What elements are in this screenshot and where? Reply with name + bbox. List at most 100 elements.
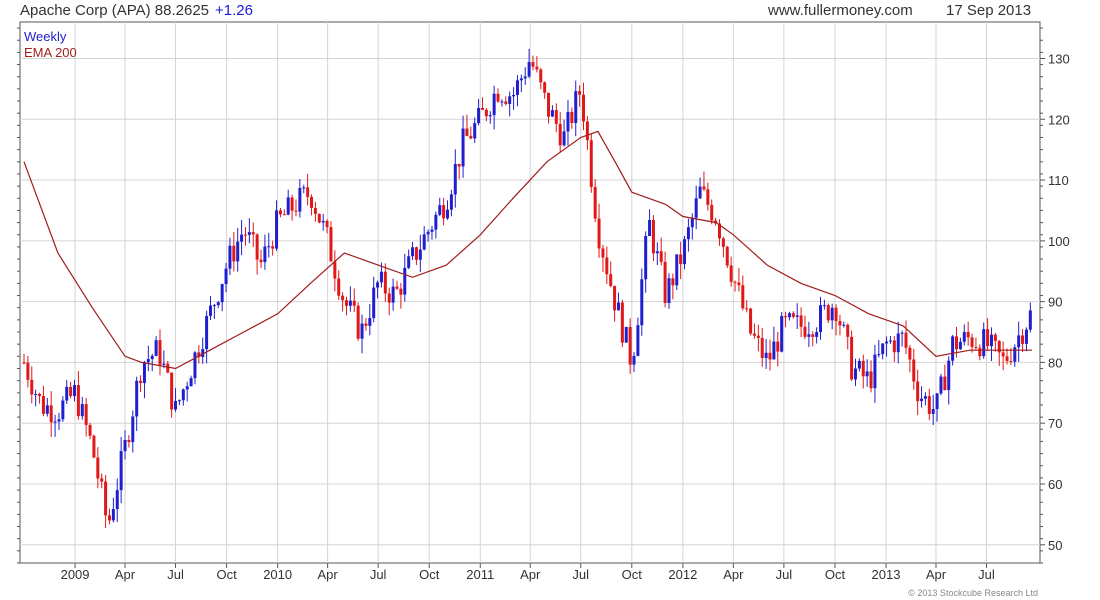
candle-body <box>220 284 224 303</box>
candle-body <box>53 421 57 423</box>
candle-body <box>745 308 749 310</box>
candle-body <box>65 386 69 401</box>
candle-body <box>935 393 939 410</box>
y-tick-label: 130 <box>1048 51 1070 66</box>
candle-body <box>535 66 539 70</box>
legend-weekly: Weekly <box>24 29 67 44</box>
candle-body <box>84 404 88 425</box>
candle-body <box>609 274 613 286</box>
candle-body <box>686 227 690 240</box>
candle-body <box>613 285 617 311</box>
candle-body <box>857 360 861 369</box>
candle-body <box>908 347 912 360</box>
candle-body <box>57 419 61 422</box>
candle-body <box>772 341 776 360</box>
candle-body <box>496 93 500 102</box>
candle-body <box>865 371 869 377</box>
candle-body <box>22 362 26 364</box>
candle-body <box>465 128 469 136</box>
candle-body <box>193 352 197 379</box>
candle-body <box>341 295 345 301</box>
candle-body <box>216 302 220 306</box>
candle-body <box>706 189 710 205</box>
candle-body <box>30 379 34 395</box>
x-tick-label: 2012 <box>668 567 697 582</box>
candle-body <box>683 239 687 265</box>
candle-body <box>348 300 352 306</box>
candle-body <box>589 140 593 187</box>
candle-body <box>776 341 780 352</box>
candle-body <box>205 315 209 350</box>
candle-body <box>189 378 193 387</box>
candle-body <box>989 334 993 347</box>
candle-body <box>974 346 978 348</box>
candle-body <box>1021 335 1025 344</box>
candle-body <box>578 91 582 95</box>
candle-body <box>853 368 857 380</box>
candle-body <box>438 205 442 215</box>
candle-body <box>127 439 131 443</box>
candle-body <box>488 115 492 117</box>
x-tick-label: Jul <box>370 567 387 582</box>
candle-body <box>916 381 920 402</box>
candle-body <box>177 400 181 402</box>
candle-body <box>469 135 473 139</box>
candle-body <box>411 247 415 257</box>
candle-body <box>861 360 865 377</box>
candle-body <box>733 281 737 283</box>
candle-body <box>694 198 698 218</box>
candle-body <box>212 305 216 307</box>
candle-body <box>585 121 589 141</box>
candle-body <box>1024 329 1028 344</box>
candle-body <box>923 396 927 399</box>
candle-body <box>344 300 348 306</box>
candle-body <box>978 347 982 357</box>
candle-body <box>92 435 96 458</box>
candle-body <box>123 439 127 452</box>
candle-body <box>34 393 38 395</box>
candle-body <box>232 245 236 262</box>
candle-body <box>951 336 955 361</box>
candle-body <box>282 214 286 216</box>
candle-body <box>605 257 609 275</box>
candle-body <box>702 186 706 190</box>
candle-body <box>271 246 275 249</box>
candle-body <box>904 332 908 348</box>
candle-body <box>803 326 807 337</box>
candle-body <box>838 321 842 326</box>
candle-body <box>881 343 885 355</box>
candle-body <box>181 389 185 401</box>
candle-body <box>830 307 834 321</box>
candle-body <box>243 234 247 236</box>
candle-body <box>752 333 756 336</box>
candle-body <box>675 254 679 286</box>
candle-body <box>492 93 496 116</box>
candle-body <box>628 326 632 365</box>
candle-body <box>426 231 430 235</box>
candle-body <box>601 248 605 258</box>
candle-body <box>146 359 150 363</box>
candle-body <box>414 247 418 260</box>
candle-body <box>523 76 527 79</box>
candle-body <box>174 400 178 410</box>
candle-body <box>504 101 508 104</box>
candle-body <box>1013 347 1017 362</box>
candle-body <box>737 282 741 286</box>
candle-body <box>453 163 457 195</box>
candle-body <box>931 409 935 414</box>
candle-body <box>659 251 663 262</box>
candle-body <box>648 219 652 237</box>
candle-body <box>993 334 997 341</box>
candle-body <box>150 355 154 360</box>
candle-body <box>247 232 251 235</box>
candle-body <box>632 355 636 365</box>
candle-body <box>278 210 282 215</box>
candle-body <box>255 234 259 260</box>
candle-body <box>170 372 174 410</box>
candle-body <box>119 451 123 491</box>
candle-body <box>764 352 768 358</box>
candle-body <box>539 69 543 83</box>
y-tick-label: 60 <box>1048 477 1062 492</box>
y-tick-label: 120 <box>1048 112 1070 127</box>
candle-body <box>834 307 838 322</box>
